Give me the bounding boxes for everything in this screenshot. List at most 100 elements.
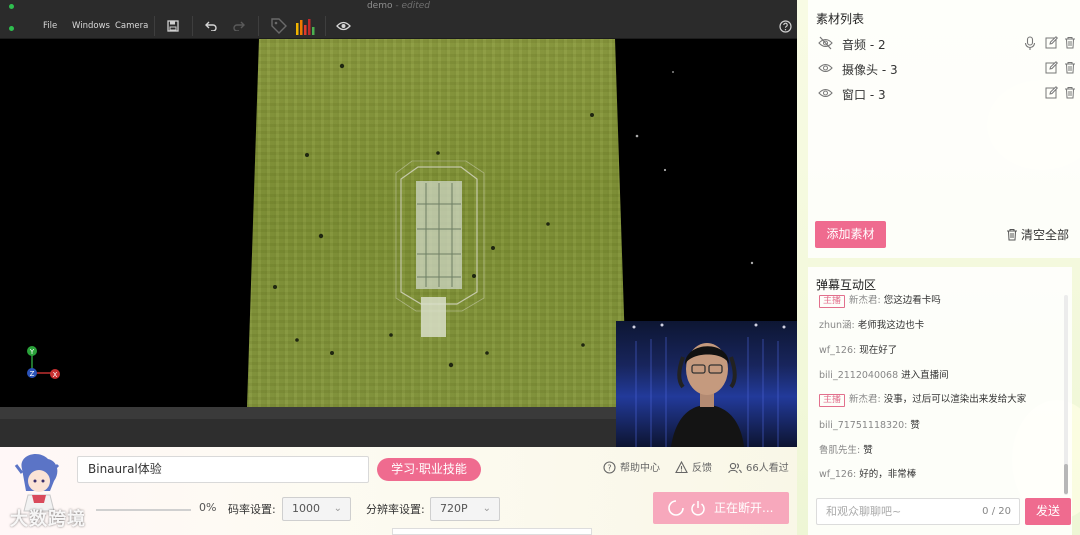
loading-spinner-icon bbox=[668, 500, 684, 516]
chat-username: 鲁肌先生: bbox=[819, 445, 861, 456]
redo-icon[interactable] bbox=[230, 18, 246, 34]
volume-slider[interactable] bbox=[96, 509, 191, 511]
eye-off-icon[interactable] bbox=[818, 36, 833, 50]
toolbar-divider bbox=[154, 16, 155, 36]
webcam-presenter-image bbox=[632, 323, 786, 447]
bitrate-label: 码率设置: bbox=[228, 503, 276, 516]
chat-char-count: 0 / 20 bbox=[982, 506, 1011, 517]
chat-text: 老师我这边也卡 bbox=[857, 320, 925, 331]
help-center-label: 帮助中心 bbox=[620, 463, 660, 474]
chat-username: 新杰君: bbox=[849, 394, 881, 405]
trash-icon[interactable] bbox=[1064, 61, 1076, 74]
help-circle-icon: ? bbox=[603, 461, 616, 474]
chat-username: 新杰君: bbox=[849, 295, 881, 306]
chat-message: wf_126: 好的，非常棒 bbox=[819, 466, 916, 480]
host-badge: 主播 bbox=[819, 295, 846, 308]
chat-message: 主播 新杰君: 没事，过后可以渲染出来发给大家 bbox=[819, 391, 1026, 407]
chat-input-placeholder: 和观众聊聊吧~ bbox=[826, 505, 902, 518]
title-bar: demo - edited bbox=[0, 0, 797, 13]
svg-text:?: ? bbox=[607, 464, 611, 473]
trash-icon bbox=[1007, 229, 1017, 241]
asset-item[interactable]: 摄像头 - 3 bbox=[808, 58, 1080, 80]
resolution-label: 分辨率设置: bbox=[366, 503, 425, 516]
chat-text: 您这边看卡吗 bbox=[883, 295, 941, 306]
add-asset-button[interactable]: 添加素材 bbox=[815, 221, 886, 248]
clear-all-button[interactable]: 清空全部 bbox=[1006, 226, 1069, 243]
toolbar-divider bbox=[192, 16, 193, 36]
toolbar-divider bbox=[258, 16, 259, 36]
send-button[interactable]: 发送 bbox=[1025, 498, 1071, 525]
resolution-value: 720P bbox=[440, 502, 468, 515]
axis-z-label: Z bbox=[30, 370, 35, 378]
danmaku-chat-panel: 弹幕互动区 主播 新杰君: 您这边看卡吗 zhun涵: 老师我这边也卡 wf_12… bbox=[808, 267, 1072, 535]
undo-icon[interactable] bbox=[203, 18, 219, 34]
scene-editor: demo - edited File Windows Camera Y Z X bbox=[0, 0, 797, 447]
chat-scrollbar-thumb[interactable] bbox=[1064, 464, 1068, 494]
chat-message: zhun涵: 老师我这边也卡 bbox=[819, 317, 924, 331]
edit-icon[interactable] bbox=[1045, 36, 1058, 49]
streaming-app: demo - edited File Windows Camera Y Z X … bbox=[0, 0, 1080, 535]
eye-icon[interactable] bbox=[818, 61, 833, 75]
live-toggle-button[interactable]: 正在断开... bbox=[653, 492, 789, 524]
microphone-icon[interactable] bbox=[1024, 36, 1036, 51]
chat-message: 主播 新杰君: 您这边看卡吗 bbox=[819, 292, 941, 308]
menu-camera[interactable]: Camera bbox=[115, 13, 148, 39]
help-icon[interactable] bbox=[777, 18, 793, 34]
chevron-down-icon: ⌄ bbox=[333, 503, 342, 514]
asset-name: 音频 - 2 bbox=[842, 38, 886, 52]
chat-message: bili_2112040068 进入直播间 bbox=[819, 367, 949, 381]
chat-text: 赞 bbox=[863, 445, 873, 456]
chat-username: wf_126: bbox=[819, 469, 857, 480]
users-icon bbox=[728, 462, 742, 474]
chat-message: 鲁肌先生: 赞 bbox=[819, 442, 873, 456]
popup-edge bbox=[392, 528, 592, 535]
menu-windows[interactable]: Windows bbox=[72, 13, 110, 39]
host-badge: 主播 bbox=[819, 394, 846, 407]
chat-text: 进入直播间 bbox=[901, 370, 949, 381]
asset-list-title: 素材列表 bbox=[816, 12, 865, 26]
edit-icon[interactable] bbox=[1045, 86, 1058, 99]
right-panel: 素材列表 音频 - 2 摄像头 - 3 窗口 - 3 添加素材 清空全部 弹幕互… bbox=[797, 0, 1080, 535]
feedback-link[interactable]: 反馈 bbox=[675, 460, 712, 477]
bitrate-select[interactable]: 1000 ⌄ bbox=[282, 497, 351, 521]
asset-name: 窗口 - 3 bbox=[842, 88, 886, 102]
warning-icon bbox=[675, 460, 688, 474]
axis-y-label: Y bbox=[29, 348, 35, 356]
preview-eye-icon[interactable] bbox=[335, 18, 351, 34]
bitrate-value: 1000 bbox=[292, 502, 320, 515]
editor-toolbar: File Windows Camera bbox=[0, 13, 797, 39]
chat-message: bili_71751118320: 赞 bbox=[819, 417, 920, 431]
live-button-label: 正在断开... bbox=[714, 501, 774, 515]
chat-text: 赞 bbox=[910, 420, 920, 431]
tag-icon[interactable] bbox=[269, 16, 289, 36]
asset-item[interactable]: 音频 - 2 bbox=[808, 33, 1080, 55]
chevron-down-icon: ⌄ bbox=[482, 503, 491, 514]
category-button[interactable]: 学习·职业技能 bbox=[377, 458, 481, 481]
volume-percent: 0% bbox=[199, 501, 217, 514]
stream-title-input[interactable]: Binaural体验 bbox=[77, 456, 369, 483]
chat-message: wf_126: 现在好了 bbox=[819, 342, 897, 356]
stream-control-bar: 大数跨境 Binaural体验 学习·职业技能 ? 帮助中心 反馈 66人看过 0… bbox=[0, 447, 797, 535]
chat-input[interactable]: 和观众聊聊吧~ 0 / 20 bbox=[816, 498, 1020, 525]
toolbar-divider bbox=[325, 16, 326, 36]
axis-x-label: X bbox=[53, 371, 58, 379]
chat-text: 好的，非常棒 bbox=[859, 469, 917, 480]
trash-icon[interactable] bbox=[1064, 36, 1076, 49]
asset-list-panel: 素材列表 音频 - 2 摄像头 - 3 窗口 - 3 添加素材 清空全部 bbox=[808, 0, 1080, 258]
document-title: demo - edited bbox=[0, 0, 797, 12]
document-name: demo bbox=[366, 1, 393, 11]
save-icon[interactable] bbox=[165, 18, 181, 34]
resolution-select[interactable]: 720P ⌄ bbox=[430, 497, 500, 521]
chat-text: 没事，过后可以渲染出来发给大家 bbox=[883, 394, 1027, 405]
asset-item[interactable]: 窗口 - 3 bbox=[808, 83, 1080, 105]
chat-username: zhun涵: bbox=[819, 320, 855, 331]
document-edited-state: - edited bbox=[395, 1, 431, 11]
edit-icon[interactable] bbox=[1045, 61, 1058, 74]
webcam-preview[interactable] bbox=[616, 321, 797, 447]
trash-icon[interactable] bbox=[1064, 86, 1076, 99]
power-icon bbox=[691, 501, 705, 516]
eye-icon[interactable] bbox=[818, 86, 833, 100]
menu-file[interactable]: File bbox=[43, 13, 57, 39]
help-center-link[interactable]: ? 帮助中心 bbox=[603, 461, 660, 477]
audio-meter-icon[interactable] bbox=[295, 16, 315, 36]
